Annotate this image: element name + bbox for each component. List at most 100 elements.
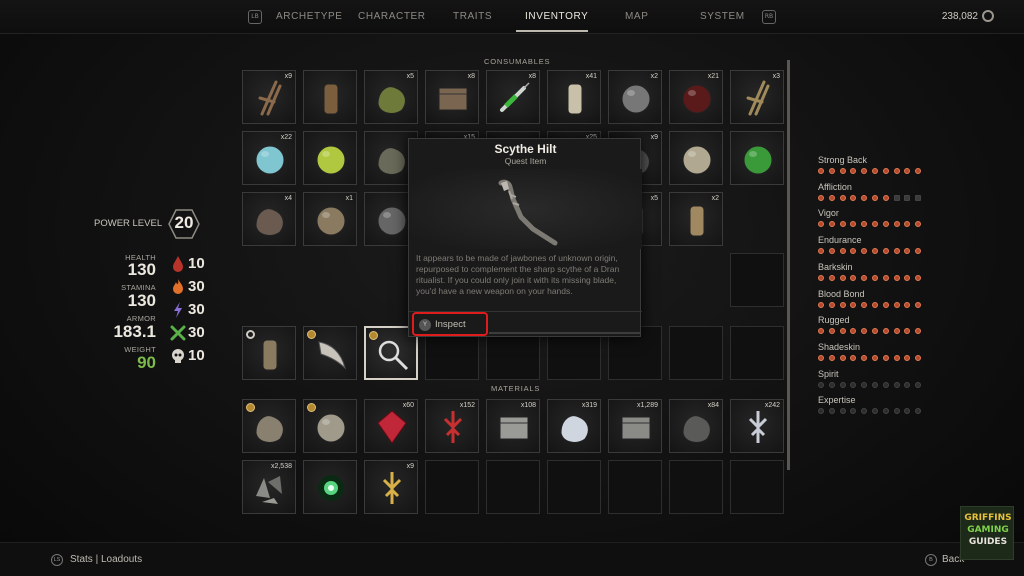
consumable-slot[interactable]: x2 [608,70,662,124]
tab-archetype[interactable]: ARCHETYPE [276,11,343,22]
material-slot[interactable]: x152 [425,399,479,453]
consumable-slot[interactable]: x3 [730,70,784,124]
trait-point-filled [893,168,900,174]
empty-slot[interactable] [730,326,784,380]
trait-name[interactable]: Spirit [818,369,839,379]
empty-slot[interactable] [486,460,540,514]
consumable-slot[interactable] [669,131,723,185]
inventory-scrollbar[interactable] [787,60,790,470]
trait-point-filled [861,328,868,335]
empty-slot[interactable] [669,326,723,380]
material-slot[interactable]: x1,289 [608,399,662,453]
item-quantity: x108 [520,402,536,409]
trait-point-empty [828,408,835,415]
consumables-section-title: CONSUMABLES [484,57,551,66]
right-bumper-icon[interactable]: RB [762,10,776,24]
stamina-value: 130 [127,291,156,310]
trait-name[interactable]: Shadeskin [818,342,860,352]
material-slot[interactable]: x108 [486,399,540,453]
trait-point-filled [882,168,889,174]
active-tab-indicator [516,30,588,32]
empty-slot[interactable] [730,460,784,514]
empty-slot[interactable] [730,253,784,307]
inspect-label: Inspect [435,319,466,330]
trait-point-filled [861,354,868,361]
logo-line-2: GAMING [967,525,1009,535]
trait-name[interactable]: Endurance [818,235,862,245]
empty-slot[interactable] [669,460,723,514]
material-slot[interactable]: x9 [364,460,418,514]
material-slot[interactable]: x84 [669,399,723,453]
trait-name[interactable]: Affliction [818,182,852,192]
trait-point-filled [882,301,889,308]
scrap-coin-icon [982,10,994,22]
consumable-slot[interactable]: x8 [486,70,540,124]
fire-icon [173,279,183,294]
material-slot[interactable]: x242 [730,399,784,453]
consumable-slot[interactable]: x8 [425,70,479,124]
trait-point-empty [904,381,911,388]
stats-loadouts-button[interactable]: Stats | Loadouts [70,554,142,565]
material-slot[interactable] [303,399,357,453]
material-slot[interactable]: x319 [547,399,601,453]
trait-point-filled [828,354,835,361]
quest-item-slot[interactable] [242,326,296,380]
trait-name[interactable]: Blood Bond [818,289,865,299]
trait-point-filled [882,221,889,228]
tab-map[interactable]: MAP [625,11,648,22]
trait-point-filled [872,301,878,308]
item-quantity: x1 [345,195,353,202]
trait-name[interactable]: Barkskin [818,262,853,272]
lantern-device-icon [262,339,278,371]
trait-point-empty [915,408,922,415]
consumable-slot[interactable]: x9 [242,70,296,124]
tab-character[interactable]: CHARACTER [358,11,426,22]
item-quantity: x8 [528,73,536,80]
consumable-slot[interactable]: x21 [669,70,723,124]
consumable-slot[interactable] [303,131,357,185]
blight-resistance-value: 10 [188,347,205,364]
trait-point-filled [828,328,835,335]
dark-orb-icon [682,84,712,114]
hidden-item-icon [377,206,407,236]
materials-section-title: MATERIALS [491,384,541,393]
consumable-slot[interactable]: x2 [669,192,723,246]
consumable-slot[interactable]: x22 [242,131,296,185]
trait-name[interactable]: Expertise [818,395,856,405]
inspect-button[interactable]: Y Inspect [412,312,488,336]
empty-slot[interactable] [425,460,479,514]
trait-point-filled [915,328,922,335]
quest-item-slot[interactable] [303,326,357,380]
bottom-hint-bar: LS Stats | Loadouts B Back [0,542,1024,576]
tab-inventory[interactable]: INVENTORY [525,11,588,22]
trait-point-filled [872,328,878,335]
consumable-slot[interactable] [730,131,784,185]
consumable-slot[interactable]: x5 [364,70,418,124]
empty-slot[interactable] [608,460,662,514]
trait-name[interactable]: Vigor [818,208,839,218]
trait-point-empty [850,381,857,388]
tab-system[interactable]: SYSTEM [700,11,745,22]
consumable-slot[interactable]: x4 [242,192,296,246]
material-slot[interactable] [303,460,357,514]
trait-name[interactable]: Rugged [818,315,850,325]
material-slot[interactable]: x60 [364,399,418,453]
item-quantity: x84 [707,402,719,409]
trait-lock-icon [904,194,911,201]
trait-point-filled [904,354,911,361]
tab-traits[interactable]: TRAITS [453,11,492,22]
consumable-slot[interactable]: x1 [303,192,357,246]
consumable-slot[interactable] [303,70,357,124]
left-bumper-icon[interactable]: LB [248,10,262,24]
material-slot[interactable] [242,399,296,453]
acid-resistance-value: 30 [188,324,205,341]
consumable-slot[interactable]: x41 [547,70,601,124]
empty-slot[interactable] [547,460,601,514]
trait-point-filled [818,328,824,335]
trait-point-filled [904,221,911,228]
trait-point-empty [818,381,824,388]
material-slot[interactable]: x2,538 [242,460,296,514]
trait-name[interactable]: Strong Back [818,155,867,165]
armor-value: 183.1 [113,322,156,341]
trait-point-filled [861,168,868,174]
